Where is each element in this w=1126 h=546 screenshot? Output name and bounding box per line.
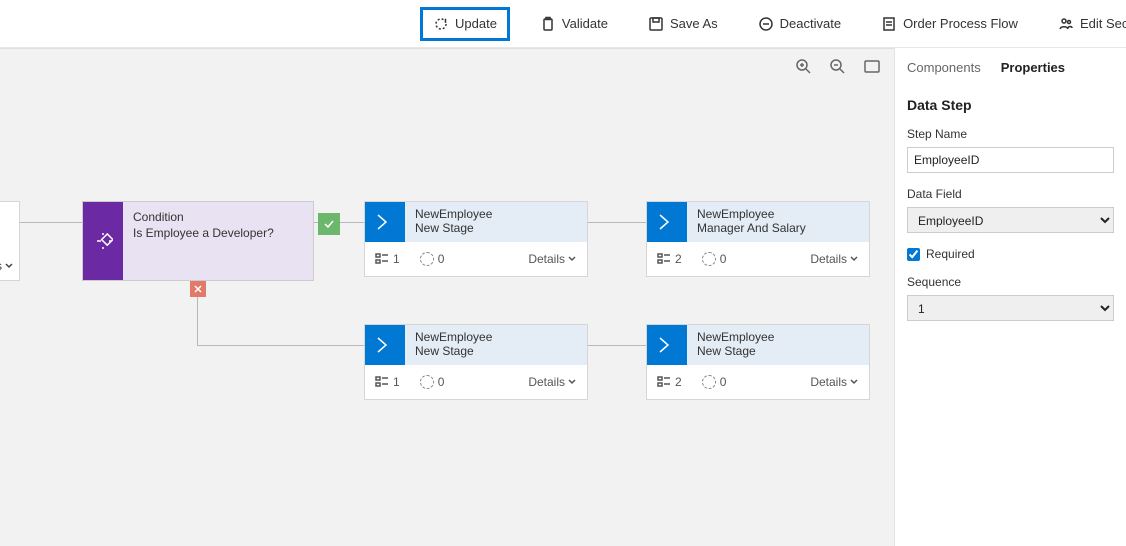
toolbar: Update Validate Save As Deactivate Order…: [0, 0, 1126, 48]
stage-icon: [647, 325, 687, 365]
connector: [197, 345, 364, 346]
save-as-label: Save As: [670, 16, 718, 31]
canvas[interactable]: ls Condition Is Employee a Developer?: [0, 48, 894, 546]
flows-count: 0: [720, 252, 727, 266]
sequence-select[interactable]: 1: [907, 295, 1114, 321]
step-name-label: Step Name: [907, 127, 1114, 141]
edit-security-button[interactable]: Edit Security Roles: [1048, 10, 1126, 38]
condition-icon: [83, 202, 123, 280]
people-icon: [1058, 16, 1074, 32]
data-field-label: Data Field: [907, 187, 1114, 201]
stage-icon: [365, 202, 405, 242]
panel-heading: Data Step: [907, 97, 1114, 113]
save-as-button[interactable]: Save As: [638, 10, 728, 38]
stage-name: New Stage: [697, 344, 859, 358]
chevron-down-icon: [849, 254, 859, 264]
stage-node[interactable]: NewEmployee New Stage 2 0 Details: [646, 324, 870, 400]
stage-entity: NewEmployee: [697, 330, 859, 344]
stage-node[interactable]: NewEmployee Manager And Salary 2 0 Detai…: [646, 201, 870, 277]
stage-entity: NewEmployee: [415, 207, 577, 221]
stage-name: New Stage: [415, 221, 577, 235]
chevron-down-icon: [849, 377, 859, 387]
details-toggle[interactable]: Details: [528, 375, 577, 389]
steps-count: 1: [393, 375, 400, 389]
stage-node[interactable]: NewEmployee New Stage 1 0 Details: [364, 201, 588, 277]
steps-icon: [657, 375, 671, 389]
security-label: Edit Security Roles: [1080, 16, 1126, 31]
condition-title: Condition: [133, 210, 303, 224]
sequence-label: Sequence: [907, 275, 1114, 289]
save-icon: [648, 16, 664, 32]
stage-name: New Stage: [415, 344, 577, 358]
deactivate-icon: [758, 16, 774, 32]
clipboard-icon: [540, 16, 556, 32]
connector: [588, 222, 646, 223]
stage-entity: NewEmployee: [697, 207, 859, 221]
required-label: Required: [926, 247, 975, 261]
details-toggle[interactable]: Details: [810, 375, 859, 389]
deactivate-button[interactable]: Deactivate: [748, 10, 851, 38]
order-process-button[interactable]: Order Process Flow: [871, 10, 1028, 38]
details-label: Details: [810, 375, 847, 389]
details-toggle[interactable]: Details: [528, 252, 577, 266]
flows-count: 0: [438, 252, 445, 266]
flow-icon: [420, 375, 434, 389]
details-toggle[interactable]: Details: [810, 252, 859, 266]
stage-name: Manager And Salary: [697, 221, 859, 235]
update-button[interactable]: Update: [420, 7, 510, 41]
stage-icon: [647, 202, 687, 242]
steps-count: 2: [675, 375, 682, 389]
steps-count: 1: [393, 252, 400, 266]
stage-icon: [365, 325, 405, 365]
condition-node[interactable]: Condition Is Employee a Developer?: [82, 201, 314, 281]
flows-count: 0: [720, 375, 727, 389]
steps-icon: [375, 375, 389, 389]
tab-components[interactable]: Components: [907, 60, 981, 79]
chevron-down-icon: [4, 261, 14, 271]
steps-icon: [375, 252, 389, 266]
step-name-input[interactable]: [907, 147, 1114, 173]
stage-entity: NewEmployee: [415, 330, 577, 344]
document-icon: [881, 16, 897, 32]
tab-properties[interactable]: Properties: [1001, 60, 1065, 79]
steps-icon: [657, 252, 671, 266]
partial-details[interactable]: ls: [0, 256, 20, 276]
required-checkbox[interactable]: [907, 248, 920, 261]
deactivate-label: Deactivate: [780, 16, 841, 31]
properties-panel: Components Properties Data Step Step Nam…: [894, 48, 1126, 546]
connector: [18, 222, 82, 223]
steps-count: 2: [675, 252, 682, 266]
order-label: Order Process Flow: [903, 16, 1018, 31]
chevron-down-icon: [567, 377, 577, 387]
condition-no-badge: [190, 281, 206, 297]
partial-details-text: ls: [0, 259, 2, 273]
details-label: Details: [810, 252, 847, 266]
refresh-icon: [433, 16, 449, 32]
data-field-select[interactable]: EmployeeID: [907, 207, 1114, 233]
update-label: Update: [455, 16, 497, 31]
flow-icon: [702, 252, 716, 266]
flows-count: 0: [438, 375, 445, 389]
chevron-down-icon: [567, 254, 577, 264]
connector: [588, 345, 646, 346]
flow-icon: [420, 252, 434, 266]
validate-label: Validate: [562, 16, 608, 31]
flow-icon: [702, 375, 716, 389]
details-label: Details: [528, 252, 565, 266]
validate-button[interactable]: Validate: [530, 10, 618, 38]
condition-yes-badge: [318, 213, 340, 235]
condition-subtitle: Is Employee a Developer?: [133, 226, 303, 240]
stage-node[interactable]: NewEmployee New Stage 1 0 Details: [364, 324, 588, 400]
details-label: Details: [528, 375, 565, 389]
